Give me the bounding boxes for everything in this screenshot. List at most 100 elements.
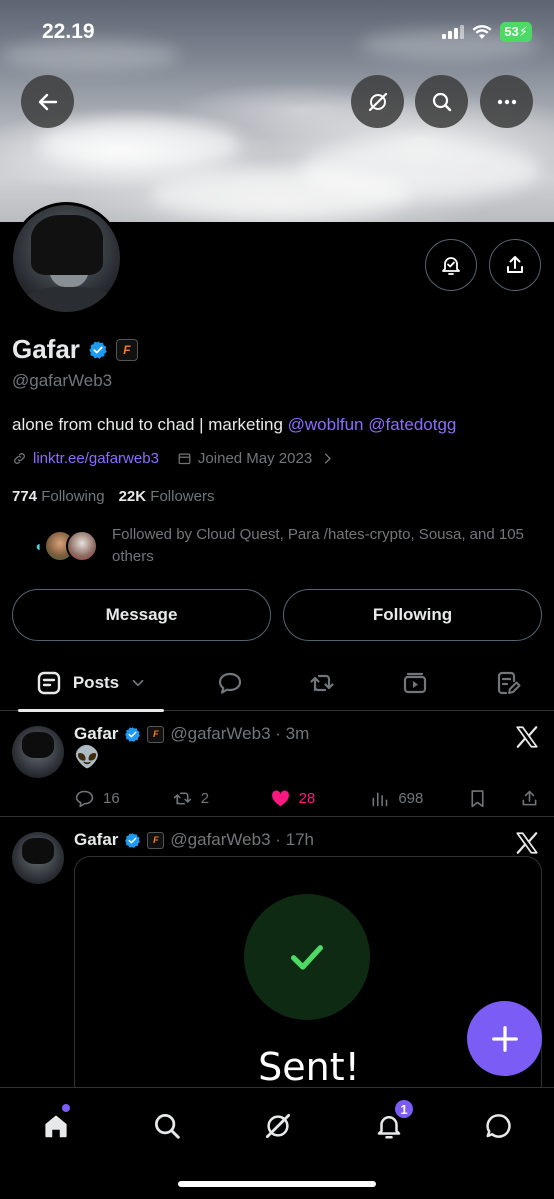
heart-filled-icon [271, 790, 289, 807]
tab-posts[interactable]: Posts [18, 655, 164, 712]
like-count: 28 [298, 790, 316, 807]
plus-icon [491, 1025, 518, 1052]
tab-media[interactable] [393, 655, 437, 711]
reply-icon [75, 790, 94, 808]
tab-posts-label: Posts [72, 673, 120, 692]
grok-button[interactable] [351, 75, 404, 128]
grok-icon [368, 92, 387, 111]
profile-avatar[interactable] [10, 202, 123, 315]
post-author-name[interactable]: Gafar [74, 830, 118, 850]
bell-check-icon [442, 257, 460, 275]
signal-icon [442, 25, 465, 39]
followed-by-text: Followed by Cloud Quest, Para /hates-cry… [112, 526, 524, 565]
link-icon [14, 453, 25, 464]
home-icon [45, 1115, 67, 1138]
home-unread-dot [62, 1104, 70, 1112]
chat-bubble-icon [486, 1114, 511, 1138]
notifications-badge: 1 [393, 1098, 415, 1120]
more-horizontal-icon [497, 99, 516, 104]
share-button[interactable] [519, 788, 540, 809]
article-edit-icon [497, 671, 521, 695]
battery-indicator: 53⚡ [500, 22, 532, 42]
like-button[interactable]: 28 [270, 788, 370, 809]
bottom-navigation: 1 [0, 1087, 554, 1199]
post-handle-time: @gafarWeb3 · 17h [170, 830, 315, 849]
following-button[interactable]: Following [283, 589, 542, 641]
followed-by[interactable]: ◖ Followed by Cloud Quest, Para /hates-c… [22, 524, 542, 568]
tab-replies[interactable] [208, 655, 252, 711]
post-text: 👽 [74, 746, 101, 769]
share-profile-button[interactable] [489, 239, 541, 291]
joined-date: Joined May 2023 [197, 450, 313, 467]
post-item[interactable]: Gafar F @gafarWeb3 · 3m 👽 16 2 28 698 [0, 712, 554, 817]
profile-bio: alone from chud to chad | marketing @wob… [12, 415, 456, 435]
profile-name: Gafar [12, 334, 80, 364]
views-button[interactable]: 698 [369, 788, 467, 809]
profile-link[interactable]: linktr.ee/gafarweb3 [33, 450, 159, 467]
back-button[interactable] [21, 75, 74, 128]
search-button[interactable] [415, 75, 468, 128]
notifications-subscribe-button[interactable] [425, 239, 477, 291]
bio-text: alone from chud to chad | marketing [12, 415, 288, 434]
affiliate-badge-icon[interactable]: F [115, 338, 138, 361]
x-logo-icon[interactable] [514, 830, 540, 856]
search-icon [432, 92, 451, 111]
share-icon [522, 790, 537, 806]
repost-icon [310, 674, 334, 692]
bookmark-icon [471, 790, 484, 808]
followers-stat[interactable]: 22K Followers [119, 488, 215, 505]
following-stat[interactable]: 774 Following [12, 488, 105, 505]
bio-mention-woblfun[interactable]: @woblfun [288, 415, 364, 434]
repost-button[interactable]: 2 [172, 788, 270, 809]
affiliate-badge-icon: F [147, 831, 165, 849]
followed-by-avatars: ◖ [22, 524, 102, 564]
bio-mention-fatedotgg[interactable]: @fatedotgg [368, 415, 456, 434]
nav-grok[interactable] [258, 1106, 298, 1146]
post-avatar[interactable] [12, 832, 64, 884]
view-count: 698 [398, 790, 424, 807]
repost-icon [173, 792, 191, 805]
nav-search[interactable] [147, 1106, 187, 1146]
post-author-name[interactable]: Gafar [74, 724, 118, 744]
compose-post-button[interactable] [467, 1001, 542, 1076]
status-icons: 53⚡ [442, 22, 532, 42]
post-header: Gafar F @gafarWeb3 · 17h [74, 830, 314, 850]
chevron-right-icon[interactable] [320, 451, 335, 466]
grok-icon [266, 1114, 290, 1138]
message-button[interactable]: Message [12, 589, 271, 641]
profile-handle: @gafarWeb3 [12, 371, 113, 390]
search-icon [155, 1114, 180, 1139]
media-icon [403, 672, 427, 694]
tab-articles[interactable] [486, 655, 530, 711]
profile-name-row: Gafar F [12, 334, 138, 365]
verified-badge-icon [125, 726, 141, 742]
wifi-icon [472, 25, 492, 39]
post-handle-time: @gafarWeb3 · 3m [170, 724, 310, 743]
nav-home[interactable] [36, 1104, 76, 1146]
post-header: Gafar F @gafarWeb3 · 3m [74, 724, 309, 744]
reply-button[interactable]: 16 [74, 788, 172, 809]
share-icon [507, 256, 523, 273]
profile-meta: linktr.ee/gafarweb3 Joined May 2023 [12, 450, 335, 467]
avatar [66, 530, 98, 562]
reply-count: 16 [103, 790, 120, 807]
home-indicator [178, 1181, 376, 1187]
repost-count: 2 [200, 790, 210, 807]
verified-badge-icon[interactable] [88, 340, 108, 360]
post-avatar[interactable] [12, 726, 64, 778]
follow-stats: 774 Following 22K Followers [12, 488, 214, 505]
nav-messages[interactable] [479, 1106, 519, 1146]
bookmark-button[interactable] [467, 788, 519, 809]
nav-notifications[interactable]: 1 [369, 1098, 415, 1146]
checkmark-icon [291, 945, 323, 970]
success-check-circle [244, 894, 370, 1020]
tab-reposts[interactable] [300, 655, 344, 711]
x-logo-icon[interactable] [514, 724, 540, 750]
calendar-icon [178, 453, 191, 465]
profile-tabs: Posts [0, 655, 554, 712]
reply-bubble-icon [218, 672, 242, 694]
verified-badge-icon [125, 832, 141, 848]
status-time: 22.19 [42, 20, 95, 43]
arrow-left-icon [38, 93, 57, 110]
more-button[interactable] [480, 75, 533, 128]
